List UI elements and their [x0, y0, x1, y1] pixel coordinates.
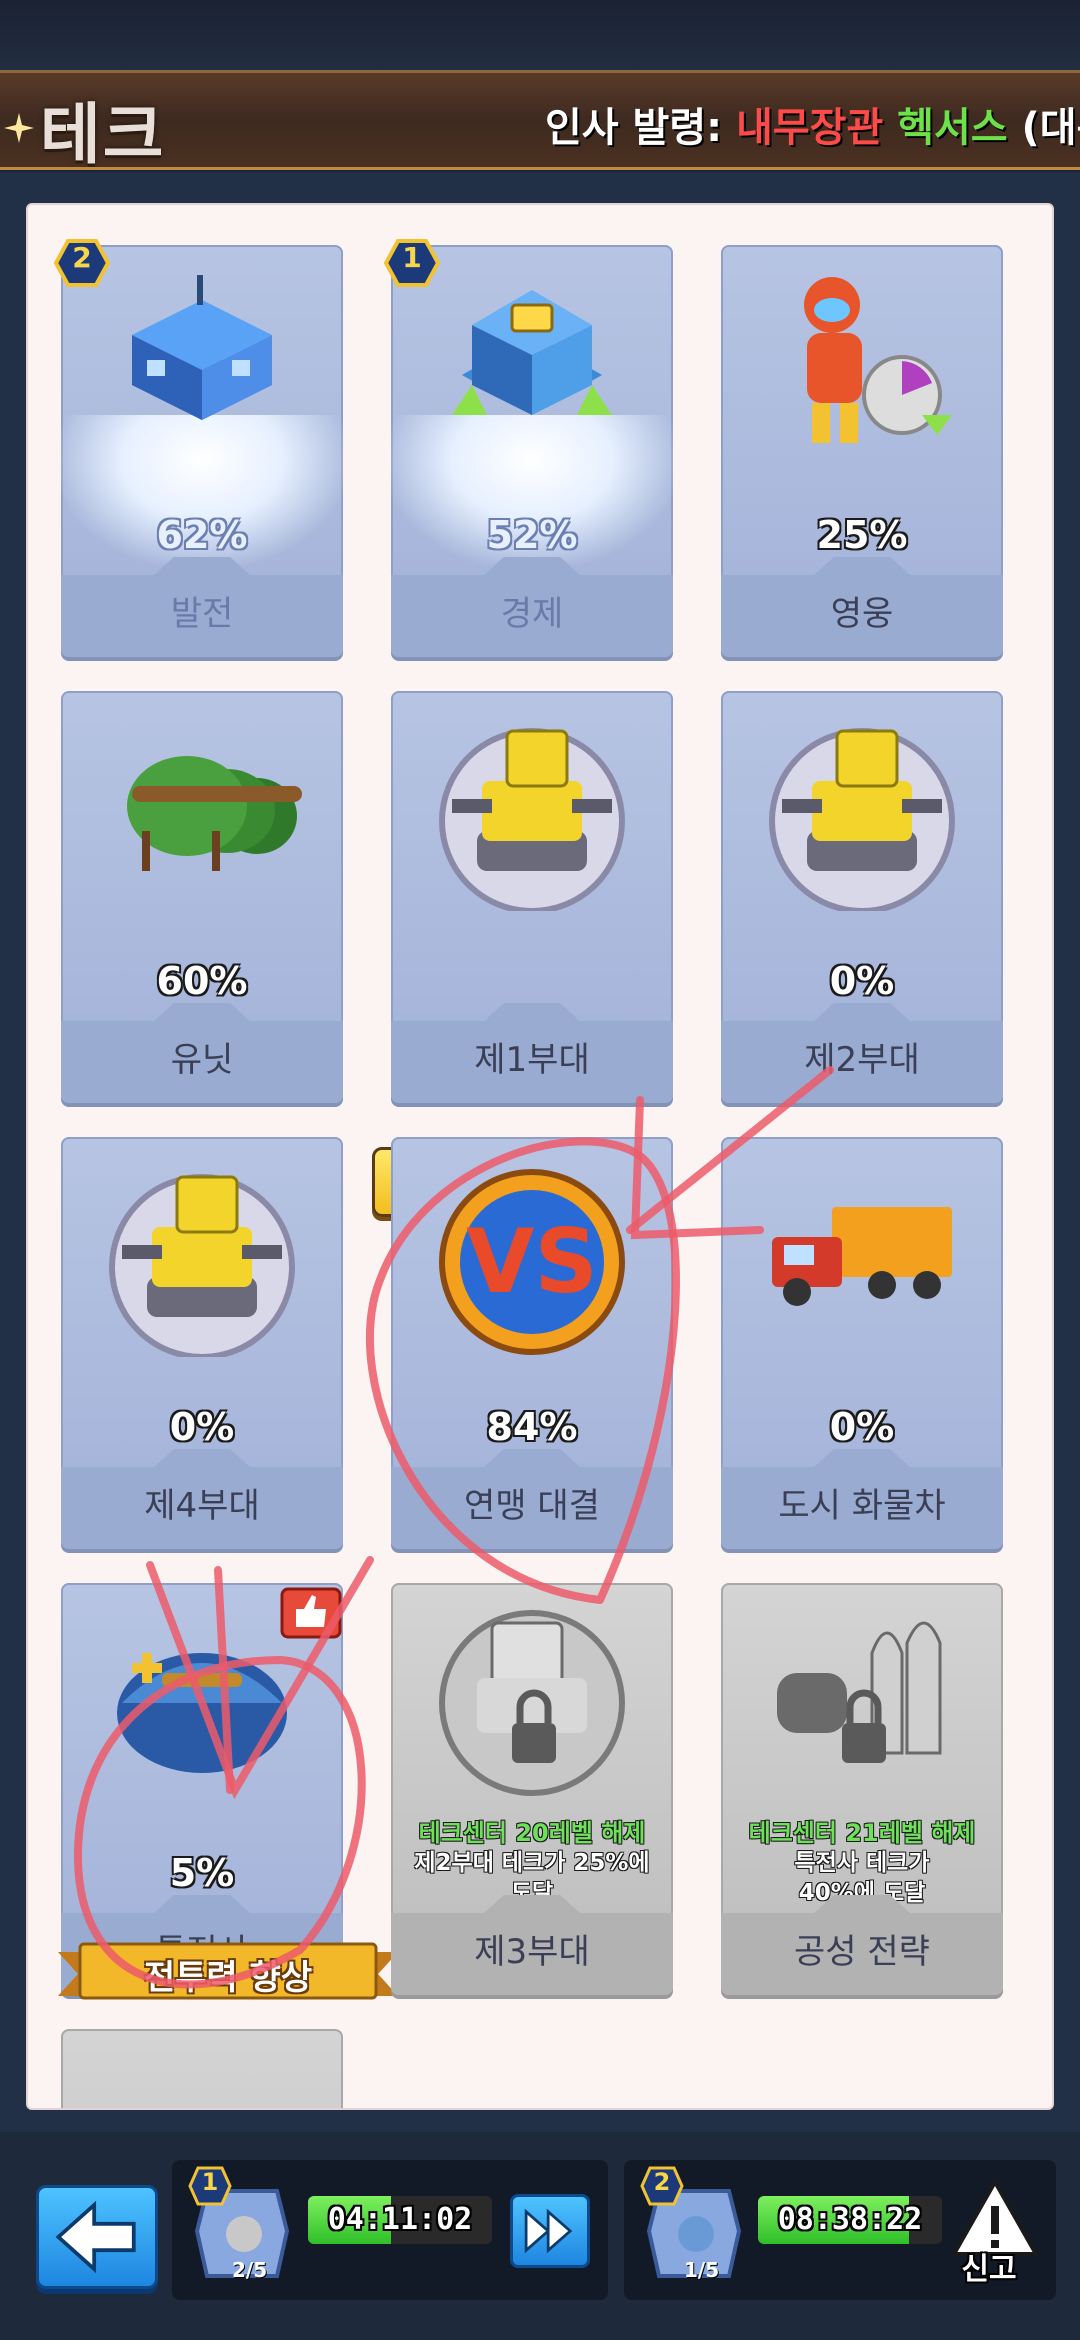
tech-card-alliance-duel[interactable]: VS 84% 연맹 대결 — [391, 1137, 673, 1549]
tech-percent: 0% — [169, 1405, 235, 1449]
queue-timer-bar: 08:38:22 — [758, 2196, 942, 2244]
speed-up-button[interactable] — [510, 2194, 590, 2268]
unlock-main: 테크센터 20레벨 해제 — [418, 1819, 646, 1847]
level-badge-text: 2 — [72, 241, 92, 274]
tech-name: 유닛 — [170, 1040, 234, 1080]
queue-badge-text: 1 — [201, 2168, 219, 2196]
tech-name: 공성 전략 — [794, 1932, 930, 1972]
ticker-name: 헥서스 — [883, 105, 1008, 151]
tech-percent: 60% — [156, 959, 248, 1003]
svg-text:VS: VS — [466, 1210, 597, 1313]
tech-card-unit[interactable]: 60% 유닛 — [61, 691, 343, 1103]
tech-percent: 0% — [829, 959, 895, 1003]
tech-grid-panel: 62% 발전 2 52% 경제 1 25% 영웅 60% 유닛 제1부대 0% … — [26, 203, 1054, 2110]
tech-name: 제4부대 — [144, 1486, 260, 1526]
announcement-ticker: 인사 발령: 내무장관 헥서스 (대통령 — [545, 95, 1080, 153]
tech-name: 제3부대 — [474, 1932, 590, 1972]
tech-percent: 84% — [486, 1405, 578, 1449]
unlock-sub-1: 특전사 테크가 — [794, 1850, 930, 1876]
tank-icon — [102, 1157, 302, 1360]
tech-percent: 0% — [829, 1405, 895, 1449]
tech-name: 발전 — [170, 594, 234, 634]
tech-name: 경제 — [500, 594, 564, 634]
tech-card-squad-2[interactable]: 0% 제2부대 — [721, 691, 1003, 1103]
helmet-icon — [102, 711, 302, 911]
tech-name: 제2부대 — [804, 1040, 920, 1080]
tech-card-city-truck[interactable]: 0% 도시 화물차 — [721, 1137, 1003, 1549]
special-forces-icon — [102, 1603, 302, 1803]
tech-name: 제1부대 — [474, 1040, 590, 1080]
tech-card-siege-strategy[interactable]: 테크센터 21레벨 해제 특전사 테크가 40%에 도달 공성 전략 — [721, 1583, 1003, 1995]
queue-badge-text: 2 — [653, 2168, 671, 2196]
queue-timer: 04:11:02 — [327, 2202, 473, 2237]
economy-building-icon — [432, 265, 632, 465]
tech-card-special-forces[interactable]: 5% 특전사 — [61, 1583, 343, 1995]
queue-timer: 08:38:22 — [777, 2202, 923, 2237]
building-icon — [102, 265, 302, 465]
tech-percent: 62% — [156, 513, 248, 557]
queue-timer-bar: 04:11:02 — [308, 2196, 492, 2244]
sparkle-icon — [4, 113, 34, 143]
ticker-role: 내무장관 — [736, 105, 884, 151]
tech-name: 연맹 대결 — [464, 1486, 600, 1526]
unlock-requirement: 테크센터 21레벨 해제 특전사 테크가 40%에 도달 — [721, 1813, 1003, 1908]
queue-count: 2/5 — [232, 2258, 268, 2282]
tech-card-squad-4[interactable]: 0% 제4부대 — [61, 1137, 343, 1549]
tank-icon — [762, 711, 962, 914]
tech-percent: 25% — [816, 513, 908, 557]
tech-name: 도시 화물차 — [778, 1486, 946, 1526]
page-title: 테크 — [40, 96, 166, 170]
tech-percent: 52% — [486, 513, 578, 557]
tech-card-partial[interactable] — [61, 2029, 343, 2108]
fast-forward-icon — [524, 2208, 573, 2254]
status-area — [0, 0, 1080, 70]
ticker-suffix: (대통령 — [1021, 105, 1080, 151]
report-label: 신고 — [961, 2252, 1017, 2287]
hero-icon — [762, 265, 962, 465]
unlock-main: 테크센터 21레벨 해제 — [748, 1819, 976, 1847]
level-badge-text: 1 — [402, 241, 422, 274]
unlock-requirement: 테크센터 20레벨 해제 제2부대 테크가 25%에 도달 — [391, 1813, 673, 1908]
queue-count: 1/5 — [684, 2258, 720, 2282]
ticker-prefix: 인사 발령: — [545, 105, 737, 151]
locked-shells-icon — [762, 1603, 962, 1803]
tech-name: 영웅 — [830, 594, 894, 634]
arrow-left-icon — [55, 2200, 136, 2274]
tech-card-squad-3[interactable]: 테크센터 20레벨 해제 제2부대 테크가 25%에 도달 제3부대 — [391, 1583, 673, 1995]
truck-icon — [762, 1157, 962, 1357]
tech-card-squad-1[interactable]: 제1부대 — [391, 691, 673, 1103]
tech-percent: 5% — [169, 1851, 235, 1895]
vs-icon: VS — [432, 1157, 632, 1357]
header-bar: 테크 인사 발령: 내무장관 헥서스 (대통령 — [0, 70, 1080, 170]
tech-card-hero[interactable]: 25% 영웅 — [721, 245, 1003, 657]
tech-card-development[interactable]: 62% 발전 — [61, 245, 343, 657]
tech-card-economy[interactable]: 52% 경제 — [391, 245, 673, 657]
back-button[interactable] — [36, 2185, 158, 2289]
unlock-sub-1: 제2부대 테크가 25%에 — [414, 1850, 650, 1876]
locked-tank-icon — [432, 1603, 632, 1803]
tank-icon — [432, 711, 632, 914]
ribbon-text: 전투력 향상 — [143, 1958, 313, 1998]
thumbs-up-icon — [280, 1587, 342, 1639]
